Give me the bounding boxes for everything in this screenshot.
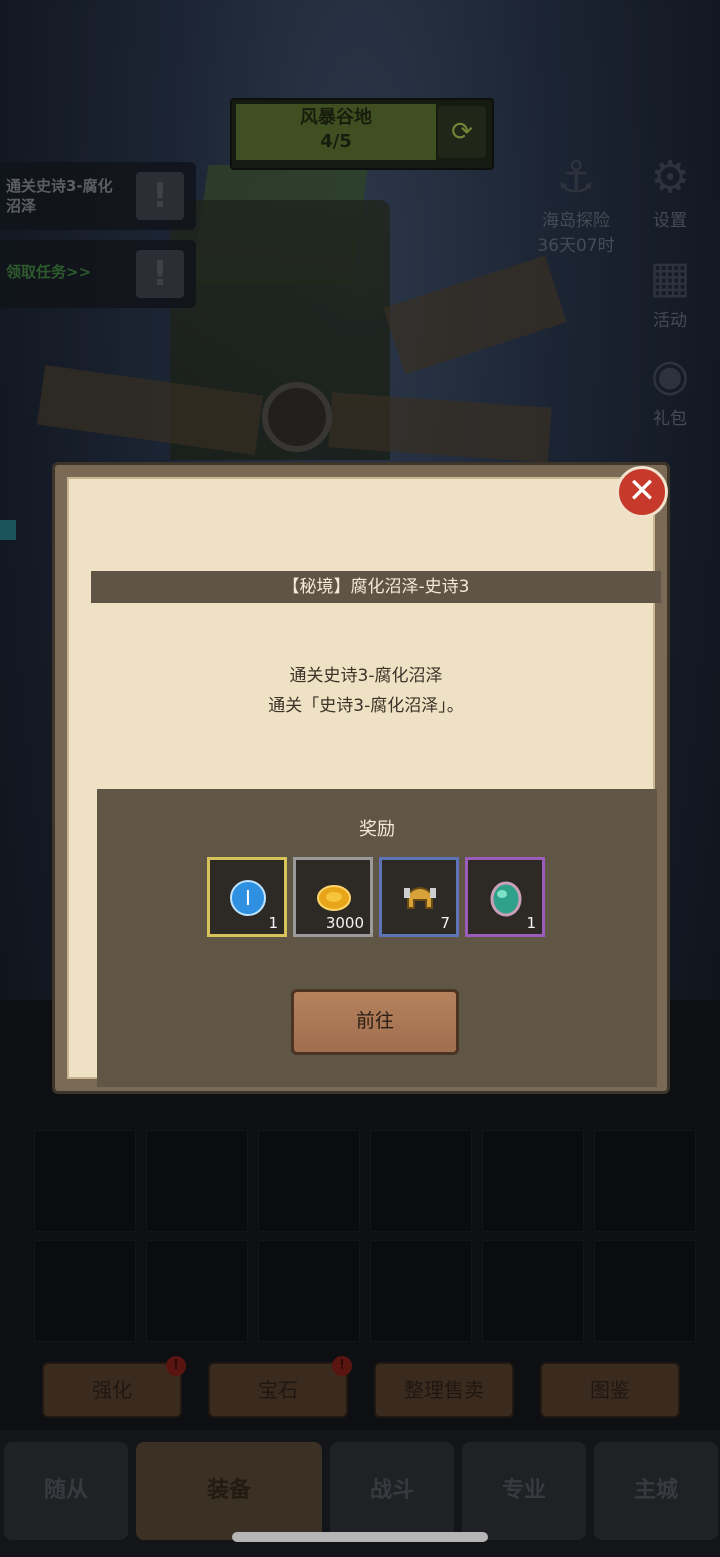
svg-text:I: I — [245, 886, 251, 910]
quest-description-title: 通关史诗3-腐化沼泽 — [289, 666, 443, 686]
close-icon[interactable]: ✕ — [616, 466, 668, 518]
reward-item[interactable]: I 1 — [207, 857, 287, 937]
go-button[interactable]: 前往 — [291, 989, 459, 1055]
gold-coin-icon — [314, 878, 354, 918]
quest-dialog: 【秘境】腐化沼泽-史诗3 通关史诗3-腐化沼泽 通关「史诗3-腐化沼泽」。 奖励… — [52, 462, 670, 1094]
blue-rune-icon: I — [228, 878, 268, 918]
quest-description: 通关「史诗3-腐化沼泽」。 — [268, 696, 464, 716]
reward-item[interactable]: 1 — [465, 857, 545, 937]
helmet-icon — [400, 878, 440, 918]
dialog-title: 【秘境】腐化沼泽-史诗3 — [91, 571, 661, 603]
reward-count: 1 — [526, 914, 536, 932]
reward-count: 7 — [440, 914, 450, 932]
dialog-parchment: 【秘境】腐化沼泽-史诗3 通关史诗3-腐化沼泽 通关「史诗3-腐化沼泽」。 奖励… — [67, 477, 661, 1087]
green-egg-icon — [486, 878, 526, 918]
reward-panel: 奖励 I 1 3000 7 1 前往 — [97, 789, 657, 1087]
reward-title: 奖励 — [359, 819, 395, 840]
reward-item[interactable]: 3000 — [293, 857, 373, 937]
reward-count: 1 — [268, 914, 278, 932]
reward-item[interactable]: 7 — [379, 857, 459, 937]
reward-count: 3000 — [325, 914, 364, 932]
